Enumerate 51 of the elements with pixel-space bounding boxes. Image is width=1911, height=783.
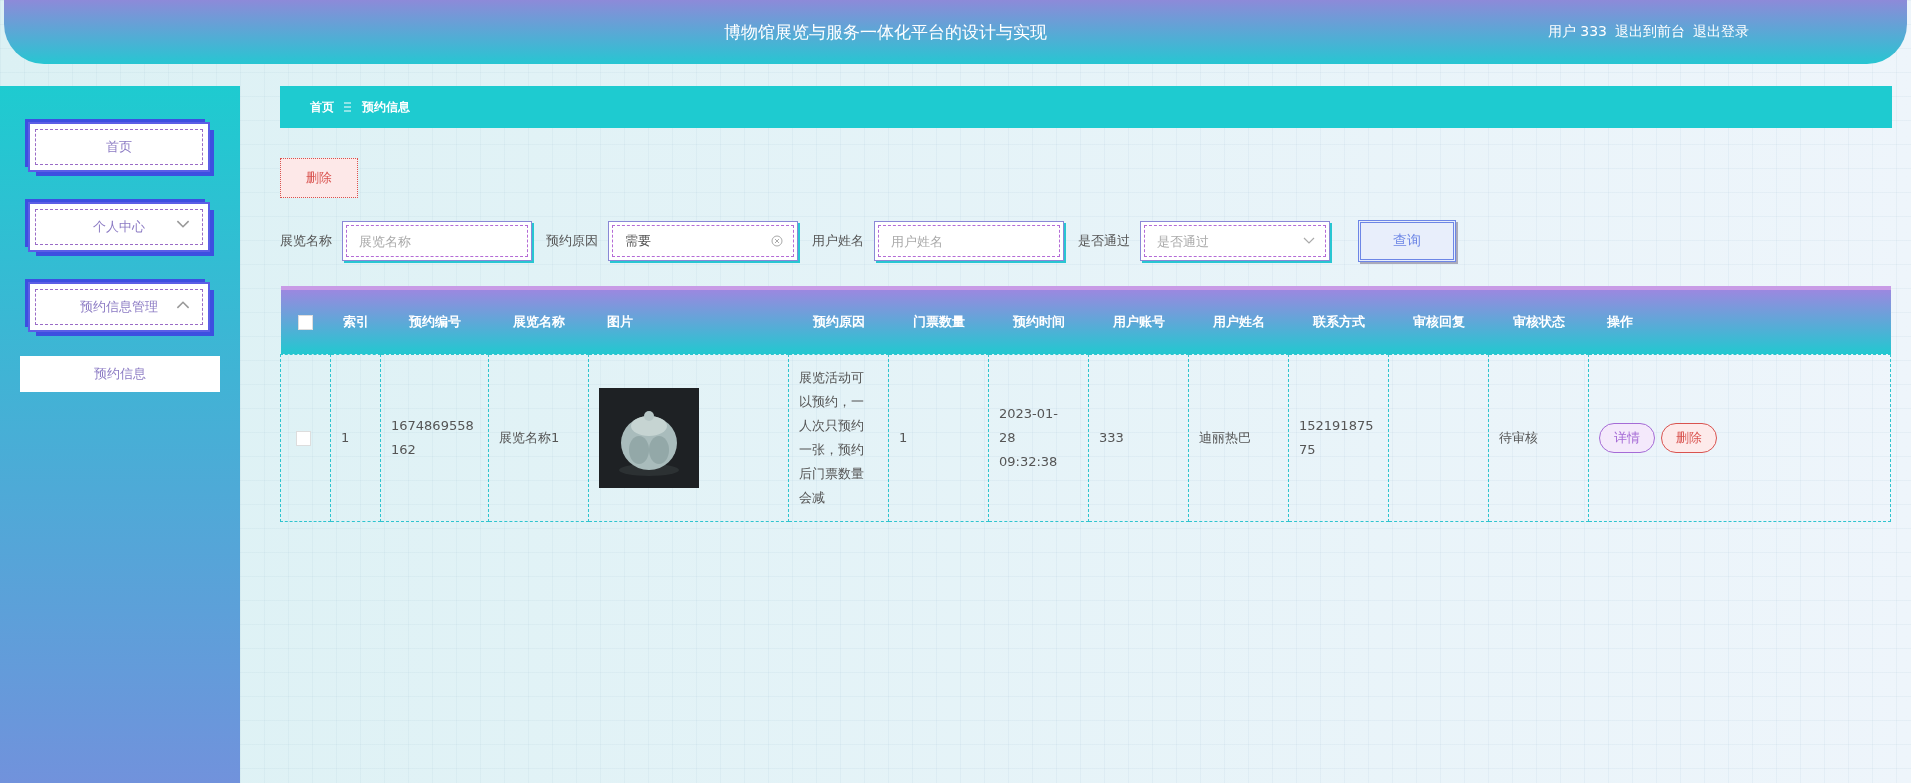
text-input[interactable]: 是否通过	[1155, 232, 1303, 250]
column-header: 操作	[1606, 313, 1633, 329]
input-field[interactable]: 展览名称	[342, 221, 532, 261]
text-input[interactable]: 用户姓名	[889, 232, 1049, 250]
chevron-icon	[1303, 237, 1315, 245]
delete-button[interactable]: 删除	[280, 158, 358, 198]
table-cell: 15219187575	[1299, 417, 1374, 457]
table-cell: 1	[341, 429, 350, 445]
input-field[interactable]: 用户姓名	[874, 221, 1064, 261]
column-header: 联系方式	[1312, 313, 1365, 329]
column-header: 门票数量	[912, 313, 965, 329]
column-header: 图片	[606, 313, 633, 329]
column-header: 索引	[342, 313, 369, 329]
text-input[interactable]: 需要	[623, 232, 771, 250]
table-cell: 1674869558162	[391, 417, 474, 457]
search-button[interactable]: 查询	[1358, 220, 1456, 262]
checkbox[interactable]	[296, 430, 311, 446]
checkbox[interactable]	[298, 314, 313, 330]
input-field[interactable]: 需要	[608, 221, 798, 261]
clear-icon[interactable]	[771, 235, 783, 247]
column-header: 审核回复	[1412, 313, 1465, 329]
separator-icon	[344, 102, 352, 112]
table-cell: 2023-01-28 09:32:38	[999, 405, 1058, 469]
table-cell: 333	[1099, 429, 1124, 445]
table-cell: 1	[899, 429, 908, 445]
text-input[interactable]: 展览名称	[357, 232, 517, 250]
site-title: 博物馆展览与服务一体化平台的设计与实现	[723, 20, 1049, 44]
user-label: 用户 333	[1547, 23, 1607, 41]
breadcrumb-item[interactable]: 首页	[310, 98, 334, 116]
column-header: 用户姓名	[1212, 313, 1265, 329]
table-cell: 迪丽热巴	[1199, 429, 1251, 445]
table-cell: 展览名称1	[499, 429, 560, 445]
field-label: 用户姓名	[812, 232, 864, 250]
field-label: 展览名称	[280, 232, 332, 250]
column-header: 预约编号	[408, 313, 461, 329]
submenu-item[interactable]: 预约信息	[20, 356, 220, 392]
select-field[interactable]: 是否通过	[1140, 221, 1330, 261]
table-cell: 待审核	[1499, 429, 1538, 445]
delete-button[interactable]: 删除	[1661, 422, 1717, 453]
field-label: 预约原因	[546, 232, 598, 250]
breadcrumb-item[interactable]: 预约信息	[362, 98, 410, 116]
column-header: 审核状态	[1512, 313, 1565, 329]
column-header: 预约时间	[1012, 313, 1065, 329]
column-header: 展览名称	[512, 313, 565, 329]
header-link[interactable]: 退出登录	[1693, 23, 1749, 41]
header-link[interactable]: 退出到前台	[1615, 23, 1685, 41]
column-header: 预约原因	[812, 313, 865, 329]
detail-button[interactable]: 详情	[1599, 422, 1655, 453]
field-label: 是否通过	[1078, 232, 1130, 250]
column-header: 用户账号	[1112, 313, 1165, 329]
table-cell: 展览活动可以预约，一人次只预约一张，预约后门票数量会减	[799, 369, 864, 505]
